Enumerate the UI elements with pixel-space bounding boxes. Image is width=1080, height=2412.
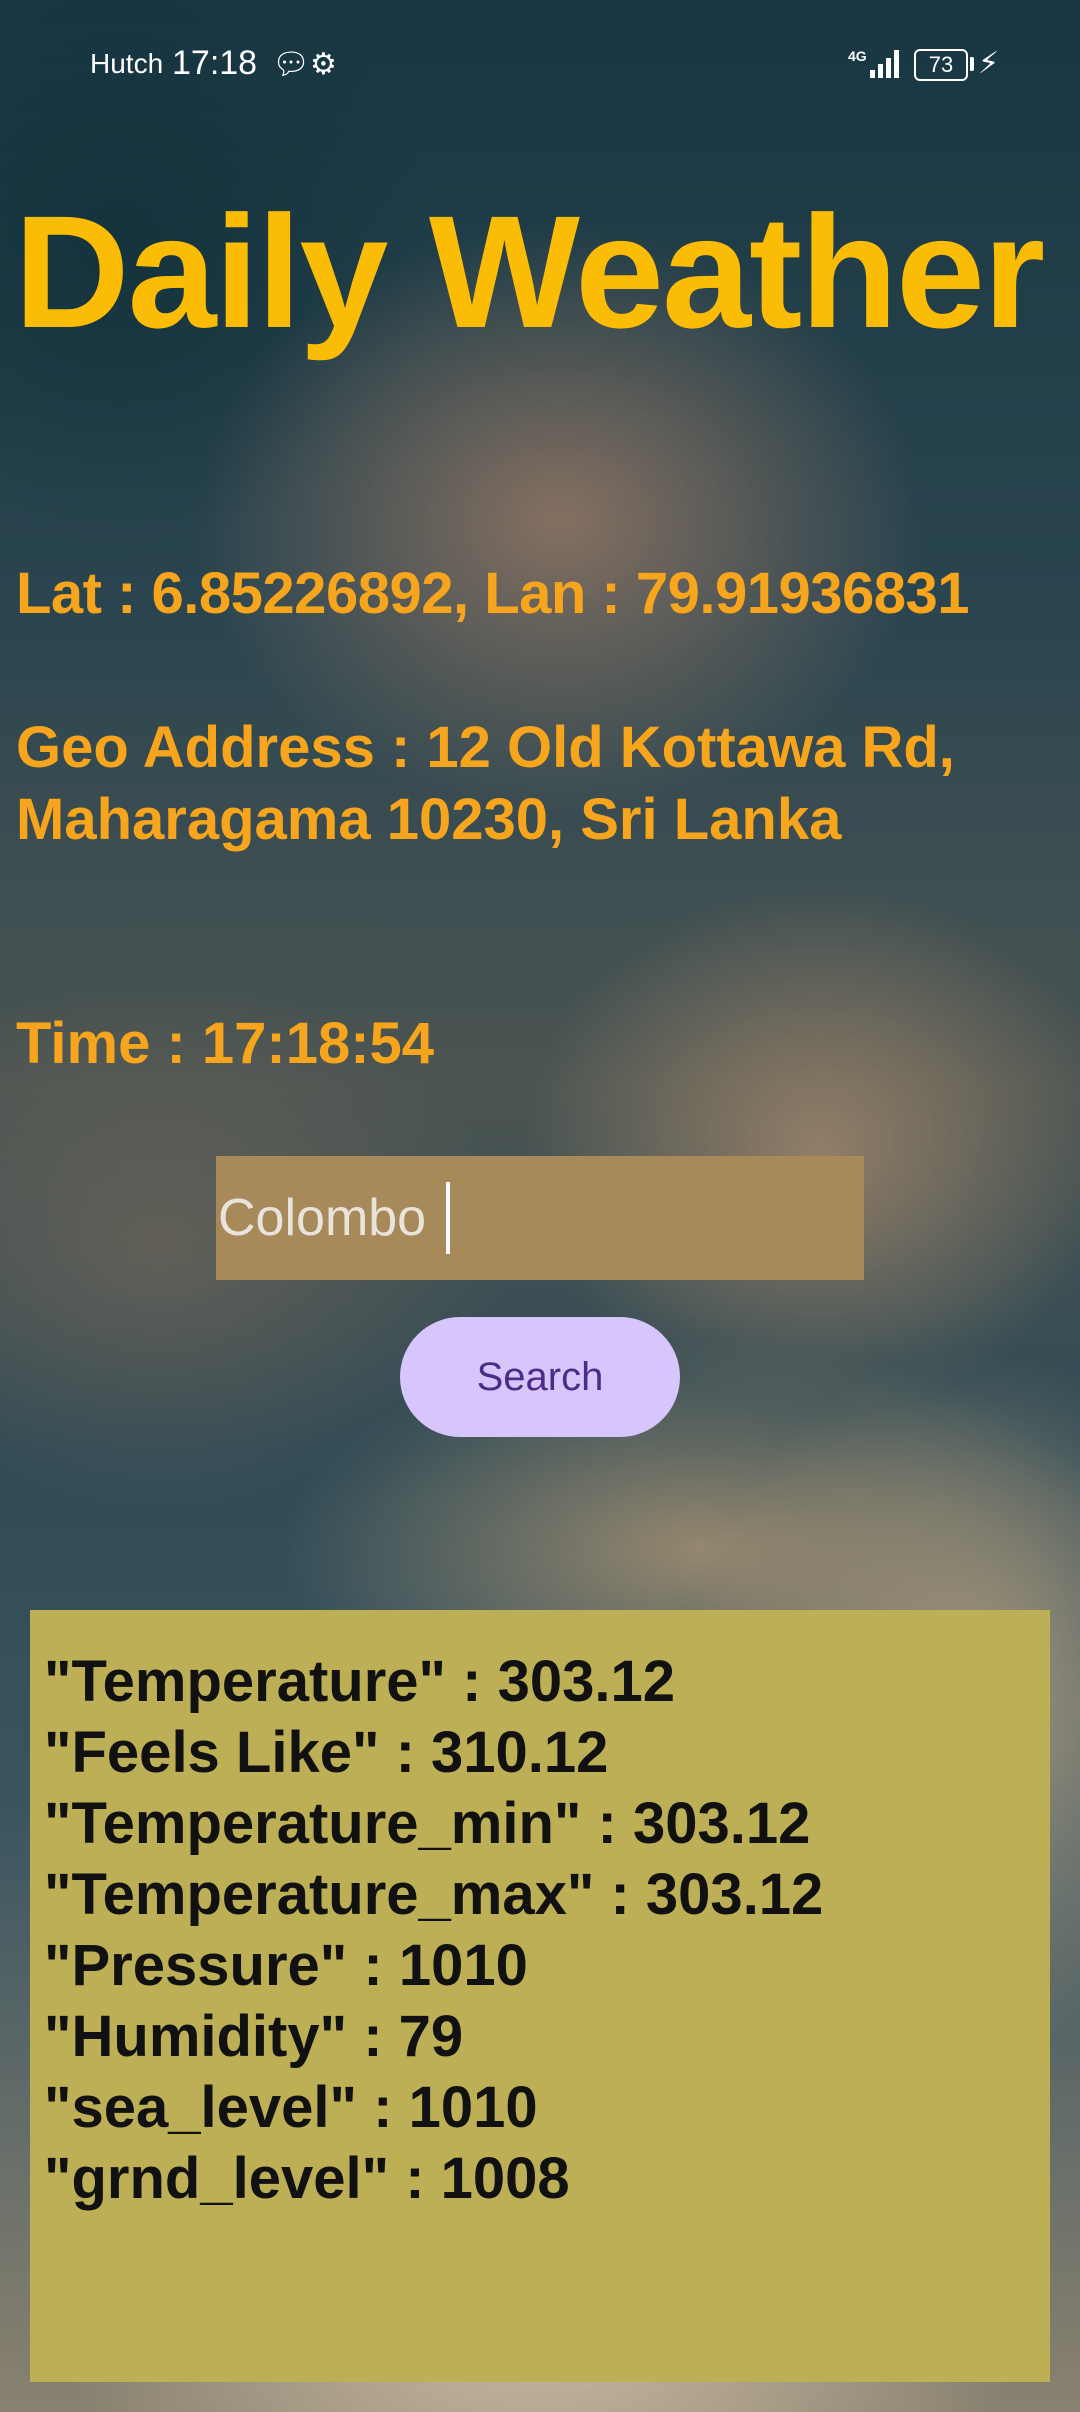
geo-address-text: Geo Address : 12 Old Kottawa Rd, Maharag… <box>16 715 955 852</box>
chat-bubble-icon: 💬︎ <box>272 48 311 81</box>
search-button[interactable]: Search <box>400 1317 680 1437</box>
carrier-name: Hutch <box>90 48 164 79</box>
text-cursor <box>446 1182 450 1254</box>
result-humidity: "Humidity" : 79 <box>44 2004 464 2069</box>
lat-lon-text: Lat : 6.85226892, Lan : 79.91936831 <box>16 561 970 626</box>
result-temperature-min: "Temperature_min" : 303.12 <box>44 1791 811 1856</box>
result-sea-level: "sea_level" : 1010 <box>44 2075 538 2140</box>
result-ground-level: "grnd_level" : 1008 <box>44 2146 570 2211</box>
battery-icon: 73 <box>914 49 968 81</box>
status-bar: Hutch 17:18 💬︎ ⚙︎ 4G 73 ⚡︎ <box>0 0 1080 130</box>
charging-bolt-icon: ⚡︎ <box>978 47 1000 80</box>
time-text: Time : 17:18:54 <box>16 1011 435 1076</box>
result-temperature: "Temperature" : 303.12 <box>44 1649 675 1714</box>
settings-gear-icon: ⚙︎ <box>310 48 337 81</box>
result-feels-like: "Feels Like" : 310.12 <box>44 1720 609 1785</box>
city-search-input[interactable] <box>216 1156 864 1280</box>
weather-screen: Hutch 17:18 💬︎ ⚙︎ 4G 73 ⚡︎ Daily Weather… <box>0 0 1080 2412</box>
result-temperature-max: "Temperature_max" : 303.12 <box>44 1862 824 1927</box>
status-clock: 17:18 <box>172 44 258 82</box>
signal-icon <box>862 48 902 78</box>
battery-tip <box>970 57 974 71</box>
page-title: Daily Weather <box>14 182 1045 361</box>
result-pressure: "Pressure" : 1010 <box>44 1933 528 1998</box>
weather-result-panel: "Temperature" : 303.12 "Feels Like" : 31… <box>30 1610 1050 2382</box>
